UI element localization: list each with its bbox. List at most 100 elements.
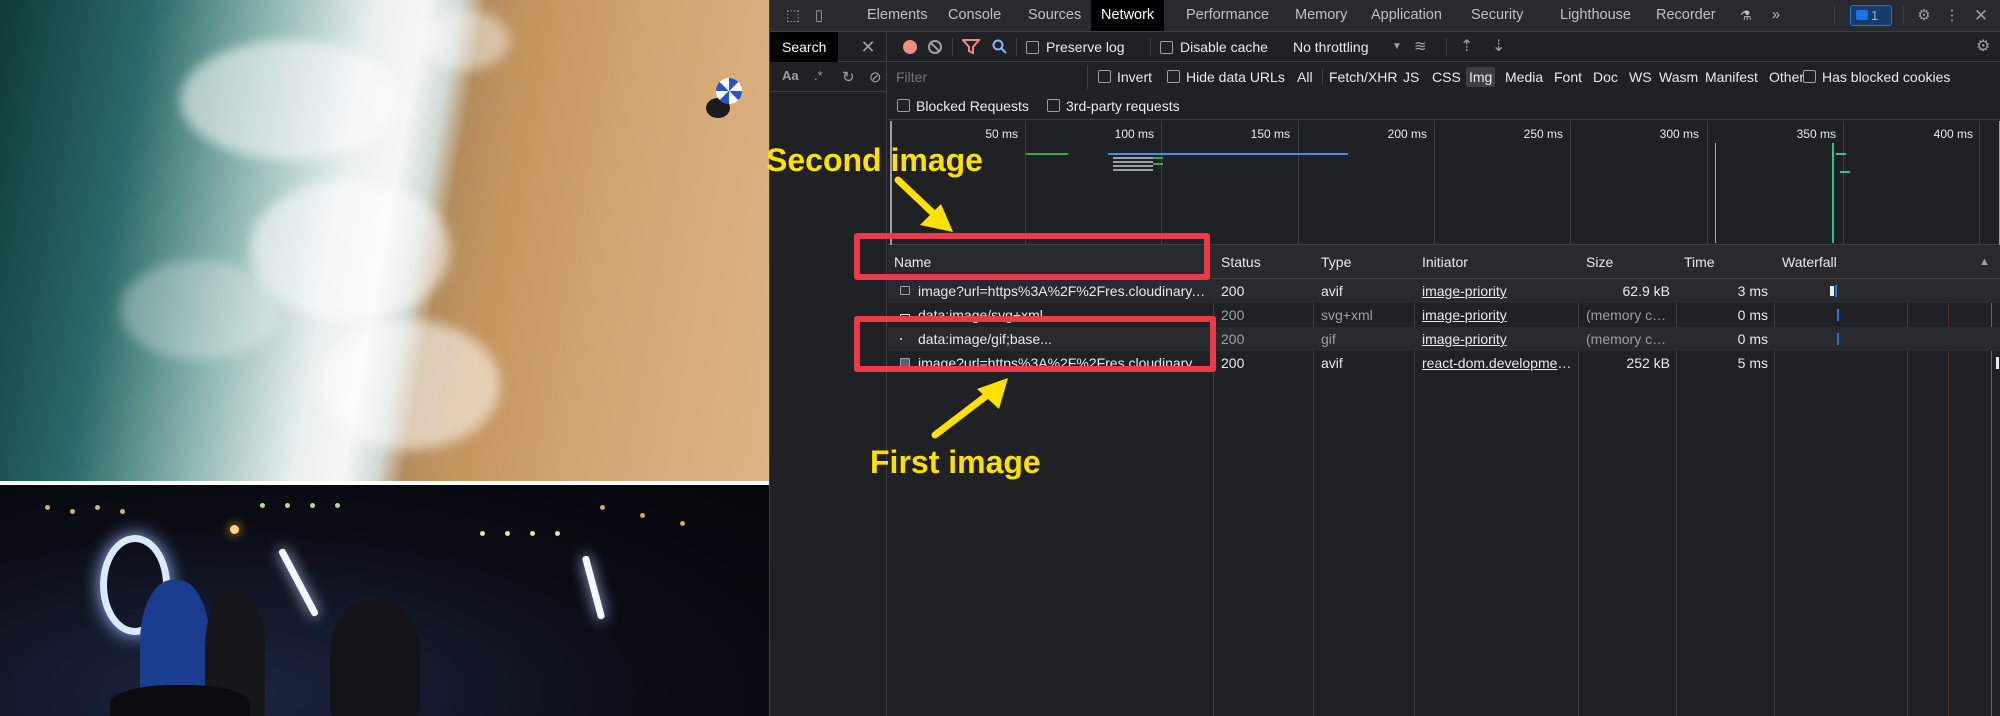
request-size: (memory cache): [1586, 307, 1672, 323]
type-filter-doc[interactable]: Doc: [1590, 67, 1621, 87]
request-initiator-link[interactable]: image-priority: [1422, 327, 1572, 351]
image-file-icon: [900, 286, 910, 295]
invert-checkbox[interactable]: [1098, 70, 1111, 83]
type-filter-all[interactable]: All: [1294, 67, 1316, 87]
search-icon[interactable]: [992, 39, 1008, 55]
refresh-search-icon[interactable]: ↻: [842, 68, 855, 86]
table-row[interactable]: image?url=https%3A%2F%2Fres.cloudinary.c…: [888, 279, 2000, 303]
sort-ascending-icon[interactable]: ▲: [1979, 245, 1990, 279]
has-blocked-cookies-label: Has blocked cookies: [1822, 69, 1951, 85]
request-size: (memory cache): [1586, 331, 1672, 347]
third-party-checkbox[interactable]: [1047, 99, 1060, 112]
tab-lighthouse[interactable]: Lighthouse: [1558, 0, 1633, 31]
request-type: avif: [1321, 283, 1343, 299]
type-filter-img[interactable]: Img: [1466, 67, 1496, 87]
waterfall-bar: [1996, 357, 1999, 369]
tab-recorder[interactable]: Recorder: [1654, 0, 1718, 31]
more-tabs-button[interactable]: »: [1770, 0, 1782, 31]
search-panel-tab[interactable]: Search: [770, 32, 839, 62]
network-panel: Preserve log Disable cache No throttling…: [888, 32, 2000, 716]
type-filter-font[interactable]: Font: [1551, 67, 1585, 87]
request-status: 200: [1221, 307, 1245, 323]
preserve-log-checkbox[interactable]: [1026, 41, 1039, 54]
regex-button[interactable]: .*: [814, 68, 823, 83]
search-drawer: Search ✕ Aa .* ↻ ⊘: [770, 32, 887, 716]
network-toolbar: Preserve log Disable cache No throttling…: [888, 32, 2000, 62]
overview-tick-label: 250 ms: [1523, 127, 1563, 141]
request-initiator-link[interactable]: react-dom.development.js: [1422, 351, 1572, 375]
inspect-element-icon[interactable]: ⬚: [783, 6, 803, 26]
network-overview-timeline[interactable]: 50 ms 100 ms 150 ms 200 ms 250 ms 300 ms…: [888, 121, 2000, 245]
second-image-callout-label: Second image: [766, 142, 983, 178]
column-header-initiator[interactable]: Initiator: [1422, 245, 1468, 279]
overview-tick-label: 50 ms: [985, 127, 1018, 141]
tab-console[interactable]: Console: [946, 0, 1003, 31]
type-filter-other[interactable]: Other: [1766, 67, 1807, 87]
close-search-icon[interactable]: ✕: [858, 37, 878, 57]
waterfall-bar: [1830, 286, 1834, 296]
disable-cache-checkbox[interactable]: [1160, 41, 1173, 54]
chevron-down-icon[interactable]: ▼: [1392, 32, 1402, 62]
type-filter-css[interactable]: CSS: [1429, 67, 1464, 87]
request-time: 0 ms: [1737, 307, 1768, 323]
network-conditions-icon[interactable]: ≋: [1414, 32, 1427, 62]
type-filter-fetch-xhr[interactable]: Fetch/XHR: [1326, 67, 1400, 87]
request-initiator-link[interactable]: image-priority: [1422, 303, 1572, 327]
first-image-callout-label: First image: [870, 444, 1041, 480]
beach-umbrella: [716, 78, 742, 104]
devtools-tab-bar: ⬚ ▯ Elements Console Sources Network Per…: [770, 0, 2000, 32]
tab-security[interactable]: Security: [1469, 0, 1525, 31]
type-filter-manifest[interactable]: Manifest: [1702, 67, 1761, 87]
tab-sources[interactable]: Sources: [1026, 0, 1083, 31]
type-filter-wasm[interactable]: Wasm: [1656, 67, 1701, 87]
hide-data-urls-label: Hide data URLs: [1186, 69, 1285, 85]
export-har-icon[interactable]: ⇣: [1492, 32, 1505, 62]
settings-gear-icon[interactable]: ⚙: [1914, 6, 1934, 26]
hide-data-urls-checkbox[interactable]: [1167, 70, 1180, 83]
device-toolbar-icon[interactable]: ▯: [809, 6, 829, 26]
type-filter-media[interactable]: Media: [1502, 67, 1546, 87]
invert-label: Invert: [1117, 69, 1153, 85]
waterfall-bar: [1835, 285, 1837, 297]
tab-application[interactable]: Application: [1369, 0, 1444, 31]
column-header-size[interactable]: Size: [1586, 245, 1613, 279]
import-har-icon[interactable]: ⇡: [1460, 32, 1473, 62]
column-header-waterfall[interactable]: Waterfall: [1782, 245, 1837, 279]
request-type: gif: [1321, 331, 1336, 347]
has-blocked-cookies-checkbox[interactable]: [1803, 70, 1816, 83]
clear-search-icon[interactable]: ⊘: [869, 68, 882, 86]
tab-network[interactable]: Network: [1091, 0, 1165, 31]
first-image-highlight-box: [854, 316, 1216, 372]
tab-elements[interactable]: Elements: [865, 0, 929, 31]
request-time: 0 ms: [1737, 331, 1768, 347]
request-initiator-link[interactable]: image-priority: [1422, 279, 1572, 303]
filter-input[interactable]: [888, 65, 1088, 89]
second-image-highlight-box: [854, 233, 1210, 280]
match-case-button[interactable]: Aa: [782, 68, 799, 83]
column-header-type[interactable]: Type: [1321, 245, 1351, 279]
disable-cache-label: Disable cache: [1180, 39, 1268, 55]
column-header-time[interactable]: Time: [1684, 245, 1715, 279]
request-status: 200: [1221, 355, 1245, 371]
issues-badge[interactable]: 1: [1850, 5, 1892, 26]
type-filter-ws[interactable]: WS: [1626, 67, 1655, 87]
customize-menu-icon[interactable]: ⋮: [1942, 6, 1962, 26]
close-devtools-icon[interactable]: ✕: [1971, 6, 1991, 26]
blocked-requests-checkbox[interactable]: [897, 99, 910, 112]
filter-icon[interactable]: [962, 39, 980, 55]
request-type: avif: [1321, 355, 1343, 371]
column-header-status[interactable]: Status: [1221, 245, 1261, 279]
flask-icon: ⚗: [1740, 8, 1752, 23]
throttling-select[interactable]: No throttling: [1293, 32, 1368, 62]
overview-tick-label: 400 ms: [1933, 127, 1973, 141]
tab-performance[interactable]: Performance: [1184, 0, 1271, 31]
request-time: 3 ms: [1737, 283, 1768, 299]
request-time: 5 ms: [1737, 355, 1768, 371]
clear-log-icon[interactable]: [928, 40, 942, 54]
request-status: 200: [1221, 283, 1245, 299]
record-icon[interactable]: [903, 40, 917, 54]
tab-memory[interactable]: Memory: [1293, 0, 1349, 31]
waterfall-bar: [1837, 309, 1839, 321]
network-settings-gear-icon[interactable]: ⚙: [1976, 32, 1990, 62]
type-filter-js[interactable]: JS: [1400, 67, 1422, 87]
